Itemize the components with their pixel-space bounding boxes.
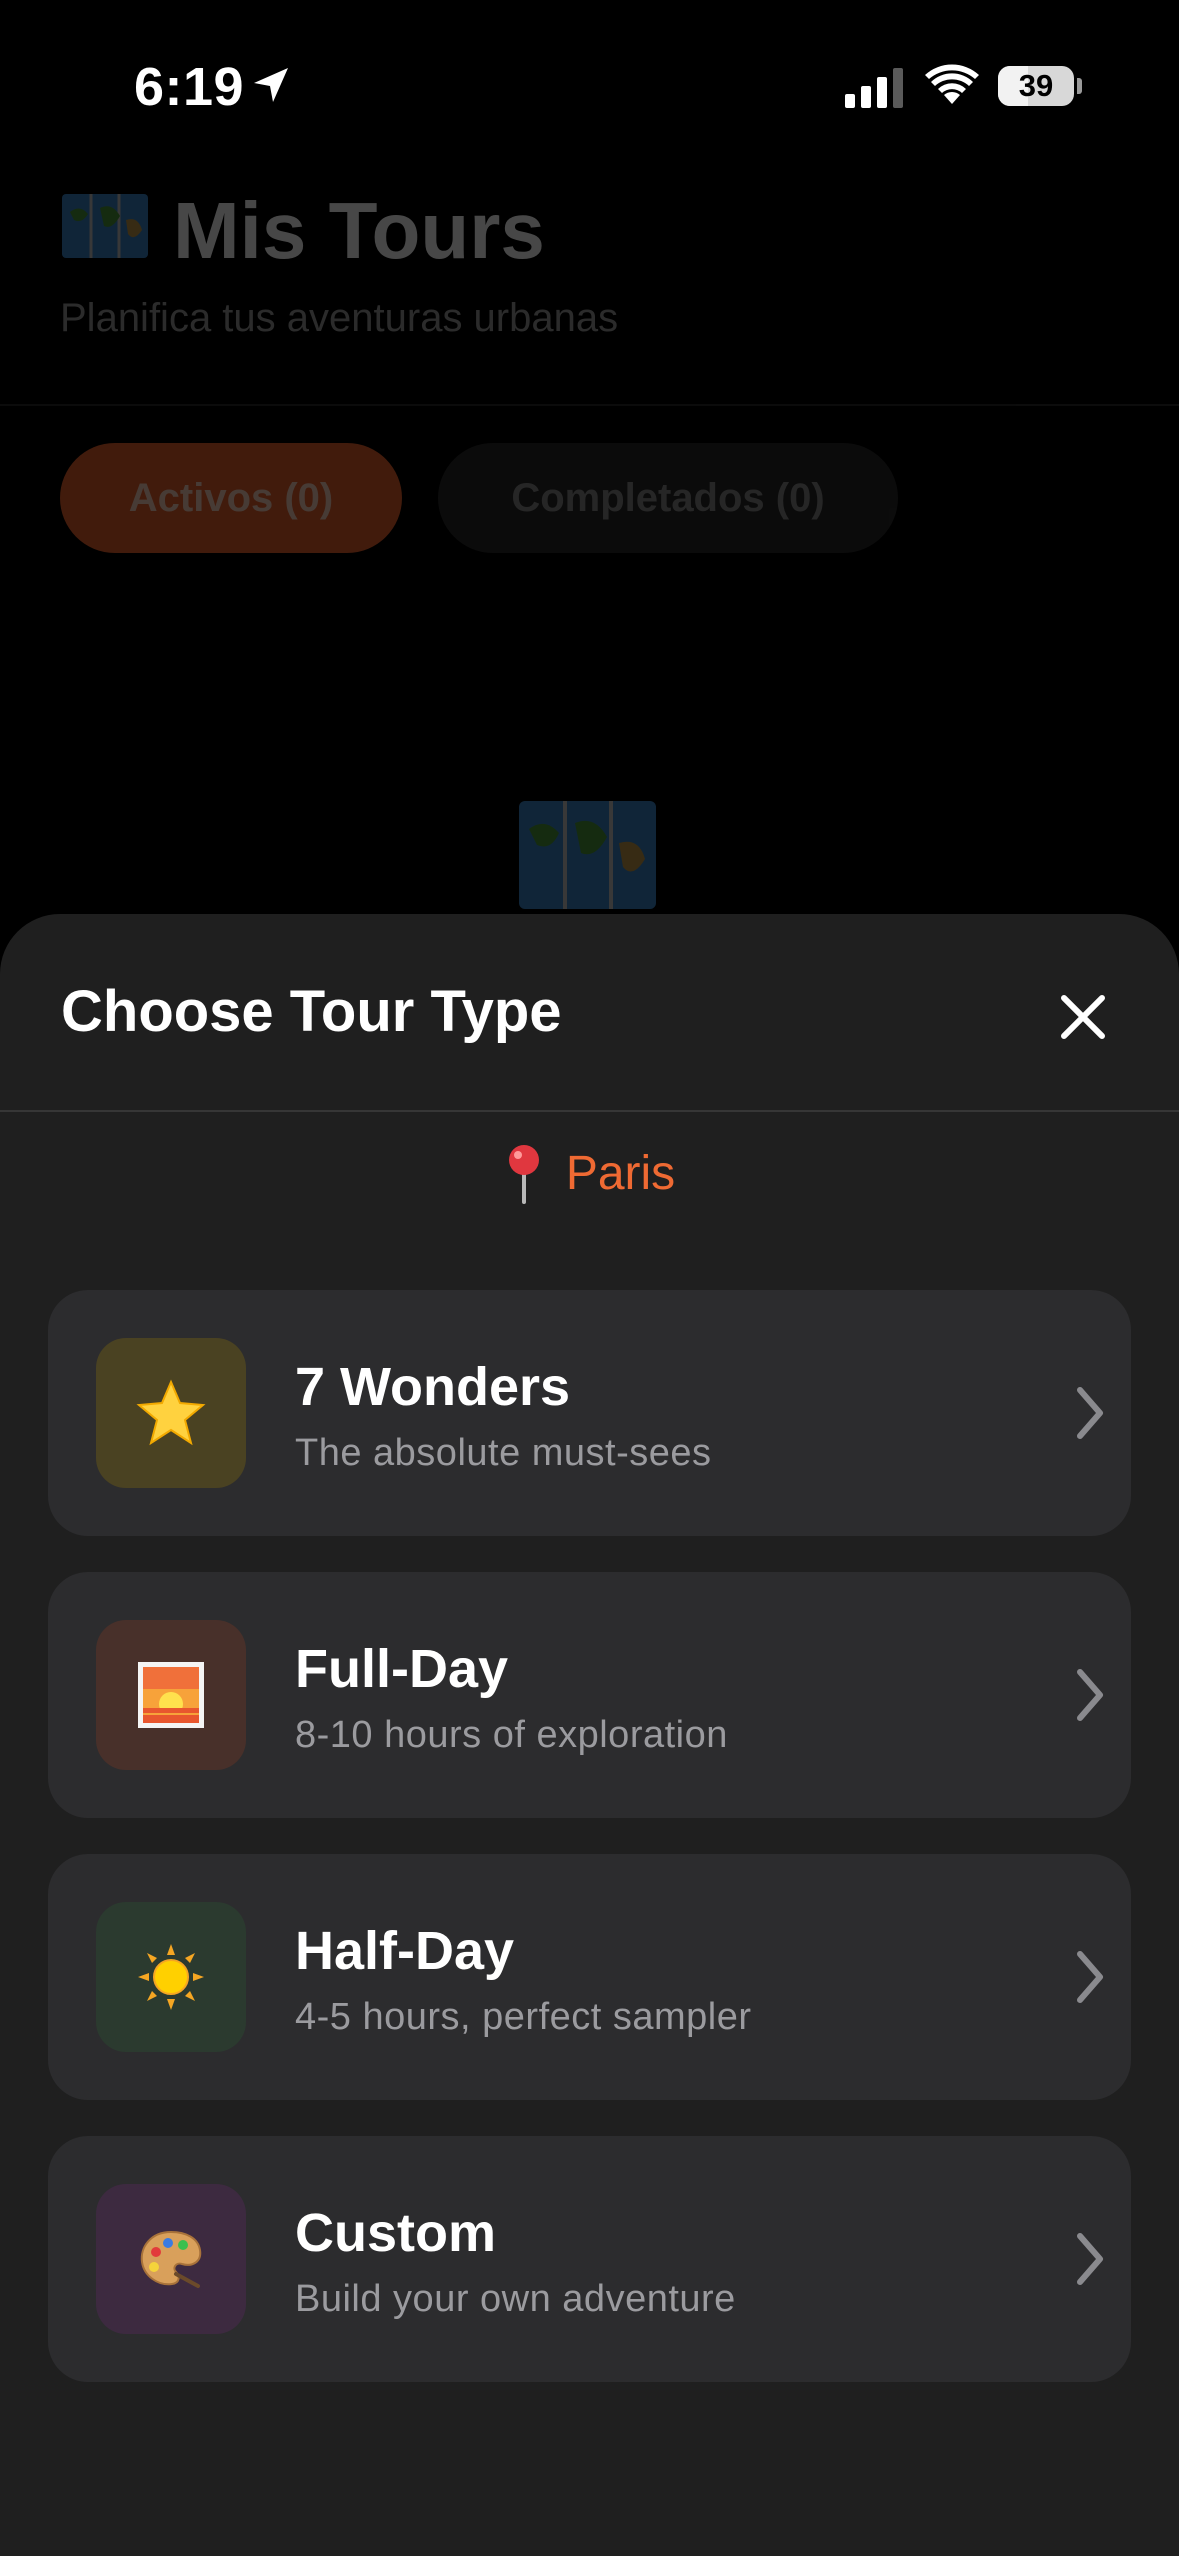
sheet-title: Choose Tour Type [61,979,562,1044]
tour-option-title: Custom [295,2203,496,2263]
battery-nub [1077,78,1082,94]
tour-option-title: Half-Day [295,1921,515,1981]
sun-icon [138,1944,204,2010]
sunrise-picture-icon [138,1662,204,1728]
star-icon [136,1379,206,1446]
chevron-right-icon [1077,2233,1103,2285]
chevron-right-icon [1077,1669,1103,1721]
status-bar: 6:19 39 [0,0,1179,170]
battery-percent: 39 [1018,68,1054,103]
tour-type-sheet: Choose Tour Type Paris 7 Wonders The abs… [0,914,1179,2556]
tour-option-subtitle: 8-10 hours of exploration [295,1714,728,1756]
page-subtitle: Planifica tus aventuras urbanas [60,296,619,340]
tour-option-subtitle: Build your own adventure [295,2278,736,2320]
tour-option-7-wonders[interactable]: 7 Wonders The absolute must-sees [48,1290,1131,1536]
tour-option-icon-box [96,2184,246,2334]
chevron-right-icon [1077,1951,1103,2003]
battery-body: 39 [998,66,1074,106]
cellular-signal-icon [845,68,903,108]
pin-icon [508,1145,539,1204]
tour-option-icon-box [96,1902,246,2052]
tour-option-subtitle: The absolute must-sees [295,1432,712,1474]
tour-option-icon-box [96,1338,246,1488]
selected-location: Paris [0,1142,1179,1212]
tour-option-subtitle: 4-5 hours, perfect sampler [295,1996,752,2038]
palette-icon [140,2230,202,2288]
tab-completed-tours[interactable]: Completados (0) [438,443,898,553]
tour-option-full-day[interactable]: Full-Day 8-10 hours of exploration [48,1572,1131,1818]
tour-option-custom[interactable]: Custom Build your own adventure [48,2136,1131,2382]
location-name: Paris [565,1146,676,1200]
close-icon[interactable] [1052,986,1114,1048]
map-icon [519,801,656,909]
map-icon [62,194,148,258]
chevron-right-icon [1077,1387,1103,1439]
battery-icon: 39 [998,64,1082,110]
location-arrow-icon [254,68,288,102]
page-title: Mis Tours [173,186,545,275]
tour-option-half-day[interactable]: Half-Day 4-5 hours, perfect sampler [48,1854,1131,2100]
tab-active-tours[interactable]: Activos (0) [60,443,402,553]
tour-option-title: Full-Day [295,1639,509,1699]
header-divider [0,404,1179,406]
sheet-divider [0,1110,1179,1112]
status-time: 6:19 [134,57,245,117]
wifi-icon [925,64,979,104]
tour-option-icon-box [96,1620,246,1770]
tour-option-title: 7 Wonders [295,1357,571,1417]
